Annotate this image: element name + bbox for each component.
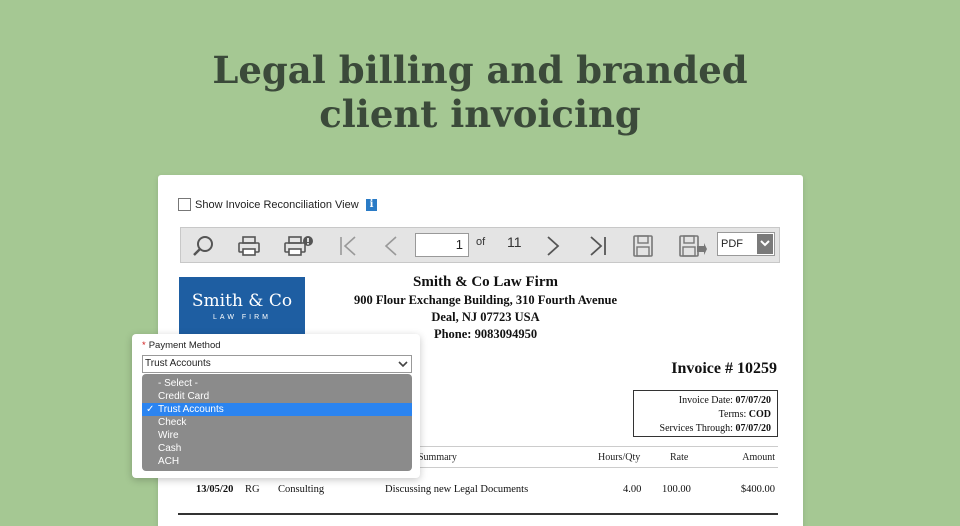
headline-line-2: client invoicing xyxy=(319,92,641,136)
headline-line-1: Legal billing and branded xyxy=(212,48,748,92)
firm-name: Smith & Co Law Firm xyxy=(413,274,558,290)
terms-value: COD xyxy=(748,409,771,420)
page-number-input[interactable]: 1 xyxy=(415,233,469,257)
required-mark: * xyxy=(142,340,146,351)
hours-header: Hours/Qty xyxy=(598,452,641,463)
firm-header: Smith & Co Law Firm 900 Flour Exchange B… xyxy=(318,273,653,343)
row-amount: $400.00 xyxy=(740,484,775,495)
table-divider xyxy=(178,513,778,515)
row-initials: RG xyxy=(245,484,260,495)
payment-method-select[interactable]: Trust Accounts xyxy=(142,355,412,373)
zoom-icon[interactable] xyxy=(191,234,215,258)
option-credit-card[interactable]: Credit Card xyxy=(142,390,412,403)
option-select[interactable]: - Select - xyxy=(142,377,412,390)
option-check[interactable]: Check xyxy=(142,416,412,429)
row-summary: Discussing new Legal Documents xyxy=(385,484,529,495)
first-page-icon[interactable] xyxy=(336,234,360,258)
print-icon[interactable] xyxy=(237,234,261,258)
row-rate: 100.00 xyxy=(662,484,691,495)
payment-method-value: Trust Accounts xyxy=(145,358,211,369)
reconciliation-toggle[interactable]: Show Invoice Reconciliation View xyxy=(178,198,359,211)
invoice-date-row: Invoice Date: 07/07/20 xyxy=(640,394,771,408)
page-headline: Legal billing and branded client invoici… xyxy=(0,48,960,136)
payment-method-label-text: Payment Method xyxy=(148,340,221,351)
option-ach[interactable]: ACH xyxy=(142,455,412,468)
logo-sub-text: LAW FIRM xyxy=(213,314,271,321)
amount-header: Amount xyxy=(742,452,775,463)
services-through-row: Services Through: 07/07/20 xyxy=(640,422,771,436)
summary-header: Summary xyxy=(418,452,457,463)
option-wire[interactable]: Wire xyxy=(142,429,412,442)
of-label: of xyxy=(476,236,486,248)
payment-method-dropdown: - Select - Credit Card ✓ Trust Accounts C… xyxy=(142,374,412,471)
invoice-number: Invoice # 10259 xyxy=(671,360,777,377)
last-page-icon[interactable] xyxy=(586,234,610,258)
invoice-meta-box: Invoice Date: 07/07/20 Terms: COD Servic… xyxy=(633,390,778,437)
logo-main-text: Smith & Co xyxy=(191,291,293,311)
print-options-icon[interactable] xyxy=(283,234,315,258)
save-icon[interactable] xyxy=(631,234,655,258)
services-through-value: 07/07/20 xyxy=(735,423,771,434)
terms-row: Terms: COD xyxy=(640,408,771,422)
terms-label: Terms: xyxy=(718,409,747,420)
reconciliation-checkbox[interactable] xyxy=(178,198,191,211)
invoice-date-value: 07/07/20 xyxy=(735,395,771,406)
table-row: 13/05/20 RG Consulting Discussing new Le… xyxy=(178,479,778,501)
checkmark-icon: ✓ xyxy=(146,404,155,415)
chevron-down-icon xyxy=(757,234,773,254)
row-hours: 4.00 xyxy=(623,484,642,495)
option-cash[interactable]: Cash xyxy=(142,442,412,455)
services-through-label: Services Through: xyxy=(659,423,733,434)
payment-method-popup: * Payment Method Trust Accounts - Select … xyxy=(132,334,420,478)
firm-address-2: Deal, NJ 07723 USA xyxy=(431,310,540,324)
prev-page-icon[interactable] xyxy=(379,234,403,258)
firm-logo: Smith & Co LAW FIRM xyxy=(179,277,305,339)
info-icon[interactable]: i xyxy=(366,199,377,211)
total-pages: 11 xyxy=(507,234,522,250)
option-trust-accounts-label: Trust Accounts xyxy=(158,404,224,415)
row-type: Consulting xyxy=(278,484,325,495)
payment-method-label: * Payment Method xyxy=(142,340,221,351)
rate-header: Rate xyxy=(670,452,689,463)
firm-address-1: 900 Flour Exchange Building, 310 Fourth … xyxy=(353,293,618,307)
reconciliation-label: Show Invoice Reconciliation View xyxy=(195,198,359,211)
report-toolbar: 1 of 11 PDF xyxy=(180,227,780,263)
invoice-date-label: Invoice Date: xyxy=(678,395,733,406)
row-date: 13/05/20 xyxy=(196,484,234,495)
next-page-icon[interactable] xyxy=(541,234,565,258)
option-trust-accounts[interactable]: ✓ Trust Accounts xyxy=(142,403,412,416)
export-format-select[interactable]: PDF xyxy=(717,232,775,256)
export-format-value: PDF xyxy=(721,238,743,250)
chevron-down-icon xyxy=(397,358,409,370)
export-icon[interactable] xyxy=(677,234,707,258)
